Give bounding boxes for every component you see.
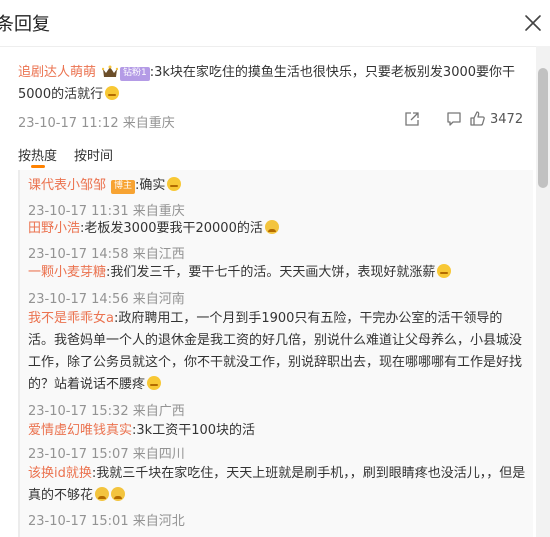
reply-meta: 23-10-17 14:56 来自河南: [28, 292, 185, 307]
fan-badge: 钻粉1: [120, 67, 150, 81]
smile-emoji-icon: [105, 86, 120, 100]
like-count: 3472: [490, 112, 524, 127]
tab-sort-hot[interactable]: 按热度: [18, 145, 57, 164]
cry-emoji-icon: [95, 487, 110, 501]
dialog-header: 条回复: [0, 0, 550, 46]
reply-meta: 23-10-17 15:01 来自河北: [28, 514, 185, 529]
share-icon[interactable]: [404, 111, 420, 127]
active-tab-indicator: [31, 165, 45, 168]
main-comment-user[interactable]: 追剧达人萌萌: [18, 65, 96, 80]
dialog-title: 条回复: [0, 14, 50, 35]
comment-icon[interactable]: [446, 111, 462, 127]
reply-item: 课代表小邹邹 博主:确实: [28, 175, 528, 197]
close-icon[interactable]: [524, 14, 542, 32]
reply-meta: 23-10-17 14:58 来自江西: [28, 247, 185, 262]
crown-icon: [102, 65, 119, 77]
scrollbar[interactable]: [536, 46, 550, 537]
reply-user[interactable]: 该换id就换: [28, 466, 92, 481]
reply-text: :老板发3000要我干20000的活: [80, 221, 263, 236]
reply-item: 田野小浩:老板发3000要我干20000的活: [28, 218, 528, 240]
reply-user[interactable]: 课代表小邹邹: [28, 178, 106, 193]
reply-item: 一颗小麦芽糖:我们发三千，要干七千的活。天天画大饼，表现好就涨薪: [28, 262, 528, 284]
reply-meta: 23-10-17 15:32 来自广西: [28, 404, 185, 419]
cry-emoji-icon: [264, 220, 279, 234]
reply-user[interactable]: 一颗小麦芽糖: [28, 265, 106, 280]
blogger-badge: 博主: [111, 180, 136, 194]
reply-meta: 23-10-17 15:07 来自四川: [28, 447, 185, 462]
cry-emoji-icon: [111, 487, 126, 501]
header-divider: [0, 46, 536, 47]
reply-user[interactable]: 我不是乖乖女a: [28, 311, 114, 326]
main-comment: 追剧达人萌萌 钻粉1:3k块在家吃住的摸鱼生活也很快乐，只要老板别发3000要你干…: [18, 62, 533, 106]
main-comment-meta: 23-10-17 11:12 来自重庆: [18, 116, 175, 131]
reply-list: 课代表小邹邹 博主:确实 23-10-17 11:31 来自重庆 田野小浩:老板发…: [18, 170, 533, 537]
reply-user[interactable]: 田野小浩: [28, 221, 80, 236]
reply-text: :我们发三千，要干七千的活。天天画大饼，表现好就涨薪: [106, 265, 436, 280]
reply-meta: 23-10-17 11:31 来自重庆: [28, 204, 185, 219]
tab-sort-time[interactable]: 按时间: [74, 145, 113, 164]
smile-emoji-icon: [437, 264, 452, 278]
reply-text: :确实: [135, 178, 166, 193]
reply-item: 我不是乖乖女a:政府聘用工，一个月到手1900只有五险，干完办公室的活干领导的活…: [28, 308, 528, 396]
thumbs-up-icon[interactable]: [469, 110, 486, 127]
reply-item: 该换id就换:我就三千块在家吃住，天天上班就是刷手机，，刷到眼睛疼也没活儿，，但…: [28, 463, 528, 507]
smile-emoji-icon: [147, 376, 162, 390]
reply-item: 爱情虚幻唯钱真实:3k工资干100块的活: [28, 420, 528, 442]
main-comment-meta-row: 23-10-17 11:12 来自重庆 3472: [18, 110, 533, 132]
reply-text: :3k工资干100块的活: [132, 423, 256, 438]
reply-user[interactable]: 爱情虚幻唯钱真实: [28, 423, 132, 438]
smile-emoji-icon: [167, 177, 182, 191]
scrollbar-thumb[interactable]: [538, 68, 548, 188]
